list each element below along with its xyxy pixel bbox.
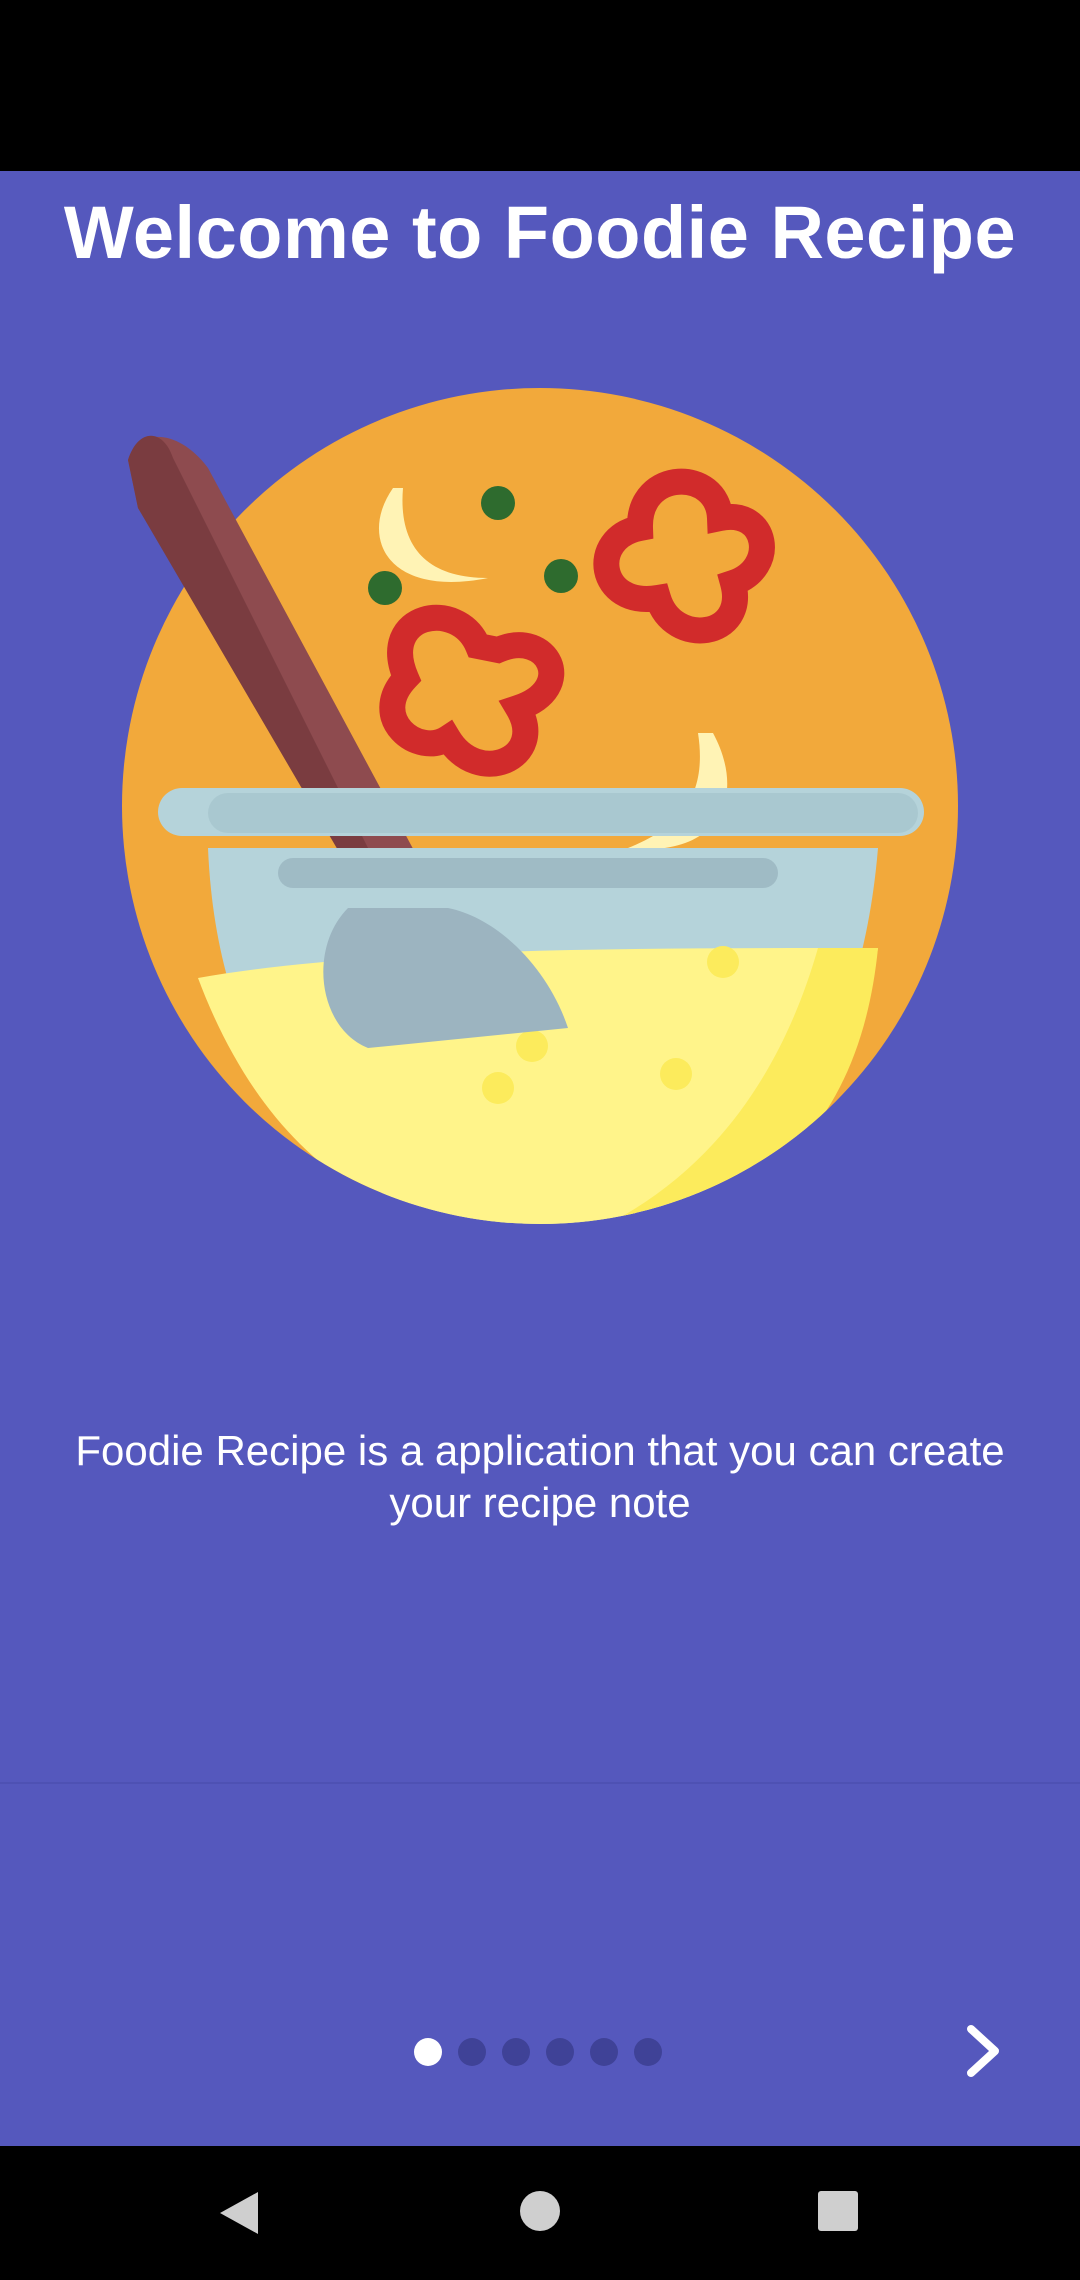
page-dot-4[interactable] <box>546 2038 574 2066</box>
page-dot-3[interactable] <box>502 2038 530 2066</box>
bottom-divider <box>0 1782 1080 1784</box>
page-dot-2[interactable] <box>458 2038 486 2066</box>
next-button[interactable] <box>950 2018 1016 2084</box>
recents-square-icon[interactable] <box>818 2191 858 2231</box>
status-bar <box>0 0 1080 171</box>
back-triangle-icon[interactable] <box>216 2190 262 2236</box>
home-circle-icon[interactable] <box>519 2190 561 2232</box>
chevron-right-icon <box>967 2025 999 2077</box>
page-dot-6[interactable] <box>634 2038 662 2066</box>
system-navigation-bar <box>0 2146 1080 2280</box>
page-dot-5[interactable] <box>590 2038 618 2066</box>
onboarding-description: Foodie Recipe is a application that you … <box>75 1427 1005 1526</box>
cooking-bowl-icon <box>122 388 958 1224</box>
page-indicator <box>414 2036 662 2068</box>
welcome-title: Welcome to Foodie Recipe <box>63 191 1017 274</box>
page-dot-1[interactable] <box>414 2038 442 2066</box>
